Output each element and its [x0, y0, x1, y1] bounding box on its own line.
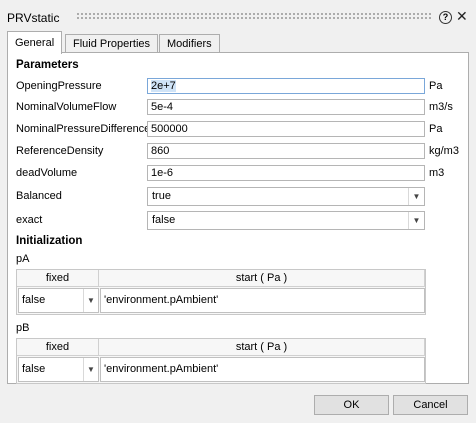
cancel-button[interactable]: Cancel [393, 395, 468, 415]
balanced-select[interactable]: true ▼ [147, 187, 425, 206]
param-unit: Pa [429, 80, 443, 92]
chevron-down-icon[interactable]: ▼ [408, 188, 424, 205]
tab-fluid-properties[interactable]: Fluid Properties [65, 34, 159, 53]
param-unit: m3 [429, 167, 445, 179]
pa-fixed-value: false [22, 294, 46, 306]
fixed-column-header: fixed [17, 270, 99, 287]
nominal-volume-flow-field[interactable]: 5e-4 [147, 99, 425, 115]
pa-label: pA [16, 253, 30, 265]
param-label: deadVolume [16, 167, 78, 179]
tab-modifiers[interactable]: Modifiers [159, 34, 220, 53]
nominal-pressure-difference-field[interactable]: 500000 [147, 121, 425, 137]
initialization-heading: Initialization [16, 235, 83, 247]
tab-general[interactable]: General [7, 31, 63, 54]
chevron-down-icon[interactable]: ▼ [83, 358, 98, 381]
help-icon[interactable]: ? [439, 11, 452, 24]
pb-fixed-value: false [22, 363, 46, 375]
pb-label: pB [16, 322, 30, 334]
parameters-heading: Parameters [16, 59, 79, 71]
opening-pressure-field[interactable]: 2e+7 [147, 78, 425, 94]
drag-grip[interactable] [76, 12, 432, 20]
exact-label: exact [16, 214, 43, 226]
chevron-down-icon[interactable]: ▼ [408, 212, 424, 229]
pa-start-value: 'environment.pAmbient' [104, 294, 219, 306]
balanced-label: Balanced [16, 190, 62, 202]
start-column-header: start ( Pa ) [99, 339, 425, 356]
param-unit: m3/s [429, 101, 453, 113]
window-title: PRVstatic [7, 11, 60, 25]
close-icon[interactable]: ✕ [456, 8, 468, 24]
fixed-column-header: fixed [17, 339, 99, 356]
reference-density-field[interactable]: 860 [147, 143, 425, 159]
pb-table: fixed start ( Pa ) false ▼ 'environment.… [16, 338, 426, 384]
param-label: NominalPressureDifference [16, 123, 151, 135]
param-unit: kg/m3 [429, 145, 459, 157]
pa-start-field[interactable]: 'environment.pAmbient' [100, 288, 425, 313]
exact-value: false [152, 214, 176, 226]
ok-button[interactable]: OK [314, 395, 389, 415]
dead-volume-field[interactable]: 1e-6 [147, 165, 425, 181]
param-label: ReferenceDensity [16, 145, 104, 157]
param-unit: Pa [429, 123, 443, 135]
chevron-down-icon[interactable]: ▼ [83, 289, 98, 312]
start-column-header: start ( Pa ) [99, 270, 425, 287]
pb-start-value: 'environment.pAmbient' [104, 363, 219, 375]
pb-start-field[interactable]: 'environment.pAmbient' [100, 357, 425, 382]
param-label: NominalVolumeFlow [16, 101, 117, 113]
pa-table: fixed start ( Pa ) false ▼ 'environment.… [16, 269, 426, 315]
pb-fixed-select[interactable]: false ▼ [18, 357, 99, 382]
param-label: OpeningPressure [16, 80, 102, 92]
pa-fixed-select[interactable]: false ▼ [18, 288, 99, 313]
balanced-value: true [152, 190, 171, 202]
exact-select[interactable]: false ▼ [147, 211, 425, 230]
